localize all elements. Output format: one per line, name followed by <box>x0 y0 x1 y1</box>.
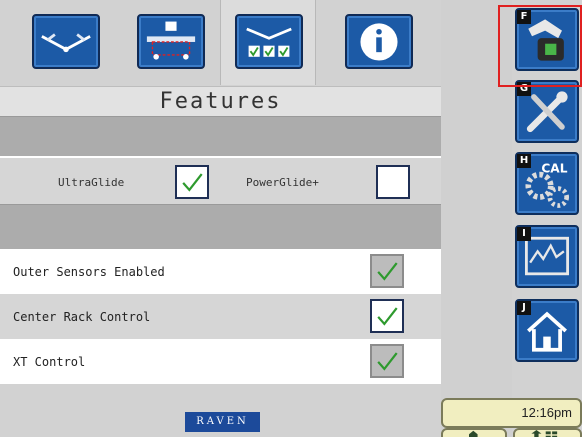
clock-display: 12:16pm <box>441 398 582 428</box>
side-button-diagnostics[interactable]: I <box>515 225 579 288</box>
ultraglide-label: UltraGlide <box>58 176 125 189</box>
features-checklist-icon <box>235 14 303 69</box>
side-letter: H <box>517 154 531 168</box>
page-title: Features <box>0 86 441 116</box>
menu-grid-button[interactable] <box>513 428 582 437</box>
home-icon <box>469 430 478 437</box>
check-icon <box>377 262 398 281</box>
side-letter: I <box>517 227 531 241</box>
feature-row: XT Control <box>0 339 441 384</box>
tab-center-rack[interactable] <box>123 0 219 85</box>
powerglide-checkbox[interactable] <box>376 165 410 199</box>
center-rack-checkbox[interactable] <box>370 299 404 333</box>
check-icon <box>377 352 398 371</box>
xt-control-checkbox[interactable] <box>370 344 404 378</box>
check-icon <box>377 307 398 326</box>
main-panel: Features UltraGlide PowerGlide+ Outer Se… <box>0 0 441 437</box>
section-divider <box>0 204 441 249</box>
side-button-home[interactable]: J <box>515 299 579 362</box>
tab-features[interactable] <box>220 0 316 85</box>
side-button-tools[interactable]: G <box>515 80 579 143</box>
selection-highlight <box>498 5 582 87</box>
side-button-calibration[interactable]: CAL H <box>515 152 579 215</box>
powerglide-label: PowerGlide+ <box>246 176 319 189</box>
arrow-grid-icon <box>531 430 558 437</box>
home-shortcut-button[interactable] <box>441 428 507 437</box>
check-icon <box>182 173 203 192</box>
info-icon <box>345 14 413 69</box>
section-divider <box>0 116 441 156</box>
feature-row: Outer Sensors Enabled <box>0 249 441 294</box>
raven-logo: RAVEN <box>185 412 260 432</box>
feature-label: Outer Sensors Enabled <box>13 265 165 279</box>
center-rack-icon <box>137 14 205 69</box>
mode-selector: UltraGlide PowerGlide+ <box>0 156 441 204</box>
svg-text:CAL: CAL <box>541 162 567 176</box>
tab-info[interactable] <box>331 0 427 85</box>
feature-label: Center Rack Control <box>13 310 151 324</box>
ultraglide-checkbox[interactable] <box>175 165 209 199</box>
feature-label: XT Control <box>13 355 86 369</box>
side-letter: J <box>517 301 531 315</box>
outer-sensors-checkbox[interactable] <box>370 254 404 288</box>
boom-sensors-icon <box>32 14 100 69</box>
feature-row: Center Rack Control <box>0 294 441 339</box>
tab-bar <box>0 0 441 85</box>
tab-boom-sensors[interactable] <box>18 0 114 85</box>
